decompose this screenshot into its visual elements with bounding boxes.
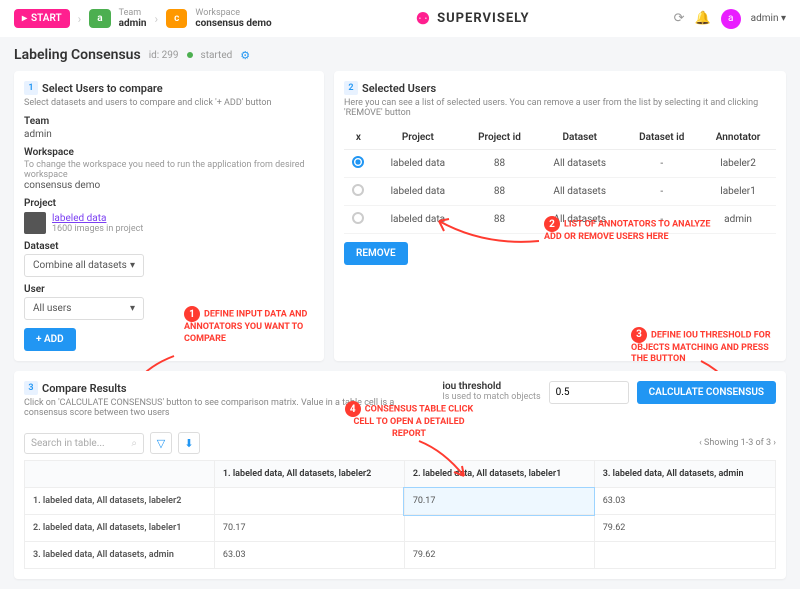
table-row: 1. labeled data, All datasets, labeler2 7… bbox=[25, 488, 776, 515]
gear-icon[interactable]: ⚙ bbox=[240, 49, 250, 62]
avatar[interactable]: a bbox=[721, 9, 741, 29]
topbar-right: ⟳ 🔔 a admin ▾ bbox=[674, 9, 786, 29]
table-header: Annotator bbox=[700, 126, 776, 150]
table-header: Project id bbox=[463, 126, 536, 150]
table-row: 3. labeled data, All datasets, admin63.0… bbox=[25, 542, 776, 569]
table-cell[interactable] bbox=[404, 515, 594, 542]
notifications-icon[interactable]: ⟳ bbox=[674, 11, 685, 26]
team-crumb[interactable]: Teamadmin bbox=[119, 8, 147, 29]
arrow-icon bbox=[434, 211, 544, 251]
select-users-card: 1Select Users to compare Select datasets… bbox=[14, 71, 324, 361]
table-cell[interactable]: 1. labeled data, All datasets, labeler2 bbox=[25, 488, 215, 515]
page-header: Labeling Consensus id: 299 started ⚙ bbox=[14, 47, 786, 63]
step-badge: 1 bbox=[24, 81, 38, 95]
consensus-table: 1. labeled data, All datasets, labeler22… bbox=[24, 460, 776, 569]
table-row[interactable]: labeled data88All datasets-labeler1 bbox=[344, 178, 776, 206]
table-cell[interactable]: 70.17 bbox=[214, 515, 404, 542]
chevron-down-icon: ▾ bbox=[130, 260, 135, 271]
user-menu[interactable]: admin ▾ bbox=[751, 13, 786, 24]
breadcrumb: ▸ START › a Teamadmin › c Workspaceconse… bbox=[14, 8, 272, 29]
page-title: Labeling Consensus bbox=[14, 47, 141, 63]
step-badge: 3 bbox=[24, 381, 38, 395]
compare-results-card: 3Compare Results Click on 'CALCULATE CON… bbox=[14, 371, 786, 579]
robot-icon: ⚉ bbox=[416, 9, 431, 28]
table-cell[interactable] bbox=[214, 488, 404, 515]
radio-input[interactable] bbox=[352, 156, 364, 168]
chevron-down-icon: ▾ bbox=[130, 303, 135, 314]
table-row: 2. labeled data, All datasets, labeler17… bbox=[25, 515, 776, 542]
table-header: Dataset bbox=[536, 126, 623, 150]
table-header[interactable]: 1. labeled data, All datasets, labeler2 bbox=[214, 461, 404, 488]
dataset-select[interactable]: Combine all datasets▾ bbox=[24, 254, 144, 277]
add-button[interactable]: + ADD bbox=[24, 328, 76, 351]
selected-users-card: 2Selected Users Here you can see a list … bbox=[334, 71, 786, 361]
table-cell[interactable]: 2. labeled data, All datasets, labeler1 bbox=[25, 515, 215, 542]
remove-button[interactable]: REMOVE bbox=[344, 242, 408, 265]
table-cell[interactable] bbox=[594, 542, 775, 569]
calculate-button[interactable]: CALCULATE CONSENSUS bbox=[637, 381, 776, 404]
table-header: Project bbox=[373, 126, 463, 150]
table-cell[interactable]: 3. labeled data, All datasets, admin bbox=[25, 542, 215, 569]
project-link[interactable]: labeled data bbox=[52, 213, 143, 224]
table-header: Dataset id bbox=[623, 126, 700, 150]
start-button[interactable]: ▸ START bbox=[14, 9, 70, 28]
table-header[interactable]: 3. labeled data, All datasets, admin bbox=[594, 461, 775, 488]
radio-input[interactable] bbox=[352, 212, 364, 224]
chevron-icon: › bbox=[155, 12, 159, 26]
user-select[interactable]: All users▾ bbox=[24, 297, 144, 320]
table-cell[interactable]: 63.03 bbox=[214, 542, 404, 569]
workspace-crumb[interactable]: Workspaceconsensus demo bbox=[195, 8, 271, 29]
table-header: x bbox=[344, 126, 373, 150]
table-cell[interactable]: 63.03 bbox=[594, 488, 775, 515]
chevron-icon: › bbox=[78, 12, 82, 26]
topbar: ▸ START › a Teamadmin › c Workspaceconse… bbox=[0, 0, 800, 37]
pagination: ‹ Showing 1-3 of 3 › bbox=[699, 438, 776, 448]
page-id: id: 299 bbox=[149, 50, 179, 61]
workspace-badge[interactable]: c bbox=[166, 9, 187, 28]
team-badge[interactable]: a bbox=[89, 9, 110, 28]
arrow-icon bbox=[414, 436, 474, 481]
search-icon: ⌕ bbox=[131, 438, 137, 449]
status-dot-icon bbox=[187, 52, 193, 58]
status-text: started bbox=[201, 50, 233, 61]
step-badge: 2 bbox=[344, 81, 358, 95]
project-thumbnail bbox=[24, 212, 46, 234]
download-button[interactable]: ⬇ bbox=[178, 432, 200, 454]
radio-input[interactable] bbox=[352, 184, 364, 196]
table-cell[interactable]: 79.62 bbox=[404, 542, 594, 569]
bell-icon[interactable]: 🔔 bbox=[694, 11, 710, 26]
iou-threshold-input[interactable] bbox=[549, 381, 629, 404]
filter-button[interactable]: ▽ bbox=[150, 432, 172, 454]
brand-logo: ⚉ SUPERVISELY bbox=[416, 9, 530, 28]
table-header[interactable] bbox=[25, 461, 215, 488]
table-cell[interactable]: 79.62 bbox=[594, 515, 775, 542]
table-cell[interactable]: 70.17 bbox=[404, 488, 594, 515]
table-row[interactable]: labeled data88All datasets-labeler2 bbox=[344, 150, 776, 178]
search-input[interactable]: Search in table...⌕ bbox=[24, 433, 144, 454]
